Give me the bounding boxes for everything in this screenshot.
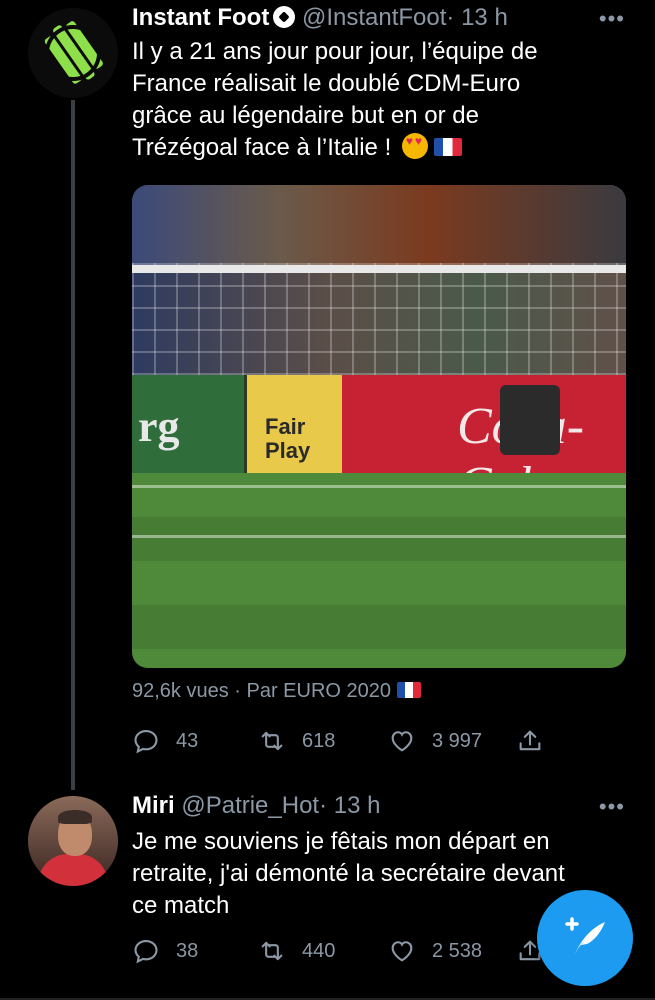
tweet-header: Miri @Patrie_Hot· 13 h <box>132 792 380 820</box>
retweet-count: 440 <box>302 939 336 962</box>
reply-icon <box>134 940 158 964</box>
retweet-button[interactable]: 440 <box>258 936 335 966</box>
author-handle[interactable]: @Patrie_Hot <box>181 792 319 819</box>
tweet-text-line: Je me souviens je fêtais mon départ en <box>132 828 550 855</box>
tweet-text-line: retraite, j'ai démonté la secrétaire dev… <box>132 860 565 887</box>
reply-count: 38 <box>176 939 199 962</box>
heart-icon <box>391 941 413 962</box>
compose-tweet-button[interactable] <box>537 890 633 986</box>
like-button[interactable]: 2 538 <box>388 936 482 966</box>
more-options-icon[interactable]: ••• <box>599 794 625 820</box>
reply-button[interactable]: 38 <box>132 936 198 966</box>
avatar-miri[interactable] <box>28 796 118 886</box>
like-count: 2 538 <box>432 939 483 962</box>
tweet-actions: 38 440 2 538 <box>132 936 552 966</box>
tweet-miri[interactable]: Miri @Patrie_Hot· 13 h ••• Je me souvien… <box>0 0 655 1000</box>
tweet-time[interactable]: · 13 h <box>319 792 380 819</box>
compose-tweet-icon <box>565 917 605 954</box>
author-name[interactable]: Miri <box>132 792 175 819</box>
retweet-icon <box>261 941 283 961</box>
